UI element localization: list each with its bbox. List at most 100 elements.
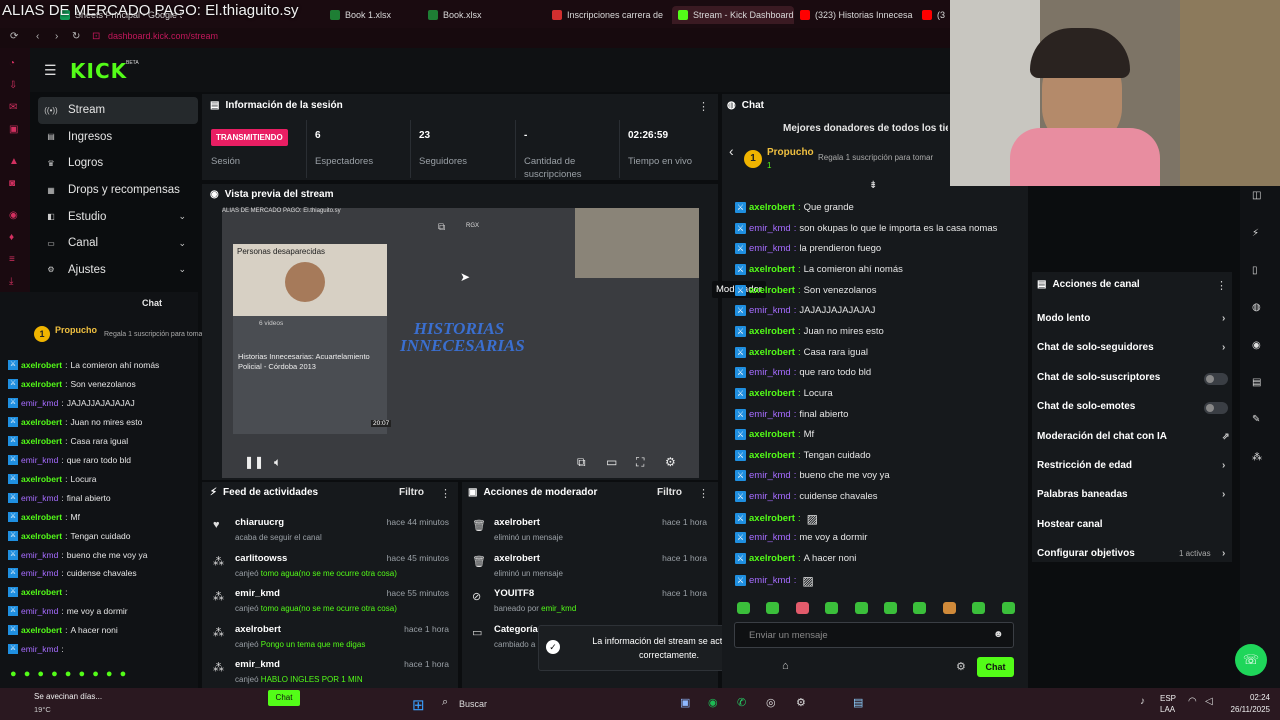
pin-icon[interactable]: ♦ — [9, 232, 14, 243]
chat-username[interactable]: axelrobert — [749, 326, 795, 337]
server-icon[interactable]: ▤ — [1252, 377, 1261, 388]
left-send-chat-button[interactable]: Chat — [268, 690, 300, 706]
sidebar-item-ajustes[interactable]: ⚙ Ajustes ⌄ — [30, 257, 198, 284]
sidebar-item-logros[interactable]: ♛ Logros — [30, 150, 198, 177]
emote-button-icon[interactable] — [1001, 602, 1015, 614]
scroll-down-icon[interactable]: ⇟ — [869, 180, 877, 191]
chevron-down-icon[interactable]: ⌄ — [178, 238, 186, 249]
channel-action-chat-de-solo-suscriptores[interactable]: Chat de solo-suscriptores — [1037, 372, 1160, 383]
feed-more-icon[interactable]: ⋮ — [440, 487, 451, 500]
browser-tab[interactable]: (3 — [922, 6, 945, 24]
chat-message[interactable]: ⚔ emir_kmd: bueno che me voy ya — [735, 470, 890, 482]
chat-settings-icon[interactable]: ⚙ — [956, 660, 966, 673]
notepad-icon[interactable]: ▤ — [853, 696, 863, 709]
chat-message[interactable]: ⚔ axelrobert: La comieron ahí nomás — [735, 263, 903, 275]
chat-username[interactable]: emir_kmd — [749, 575, 791, 586]
wrench-icon[interactable]: ✎ — [1252, 414, 1260, 425]
chat-username[interactable]: axelrobert — [749, 450, 795, 461]
chevron-right-icon[interactable]: › — [1222, 342, 1225, 353]
menu-icon[interactable]: ☰ — [44, 62, 57, 79]
feed-item[interactable]: ⁂ emir_kmd hace 55 minutos canjeó tomo agua… — [213, 588, 449, 613]
media-icon[interactable]: ▣ — [9, 124, 18, 135]
mod-filter-button[interactable]: Filtro — [657, 487, 682, 498]
pause-icon[interactable]: ❚❚ — [244, 455, 264, 469]
browser-tab[interactable]: Book.xlsx — [428, 6, 482, 24]
download-icon[interactable]: ⇩ — [9, 80, 17, 91]
copy-icon[interactable]: ⧉ — [438, 222, 445, 233]
back-icon[interactable]: ‹ — [36, 31, 39, 42]
emote-button-icon[interactable] — [884, 602, 897, 614]
weather-text[interactable]: Se avecinan días... — [34, 692, 102, 701]
chat-username[interactable]: axelrobert — [749, 429, 795, 440]
mic-icon[interactable]: ♪ — [1140, 696, 1145, 707]
feed-filter-button[interactable]: Filtro — [399, 487, 424, 498]
channel-action-moderaci-n-del-chat-con-ia[interactable]: Moderación del chat con IA ⇗ — [1037, 431, 1230, 442]
feed-item[interactable]: ⁂ axelrobert hace 1 hora canjeó Pongo un te… — [213, 624, 449, 649]
mod-item[interactable]: ⊘ YOUITF8 hace 1 hora baneado por emir_kmd — [472, 588, 707, 613]
chat-message[interactable]: ⚔ emir_kmd: que raro todo bld — [735, 367, 871, 379]
chat-username[interactable]: axelrobert — [749, 553, 795, 564]
stack-icon[interactable]: ≡ — [9, 254, 15, 265]
chat-username[interactable]: emir_kmd — [749, 470, 791, 481]
emote-button-icon[interactable] — [825, 602, 839, 614]
pip-icon[interactable]: ⧉ — [577, 455, 586, 470]
chat-message[interactable]: ⚔ axelrobert: Juan no mires esto — [735, 325, 884, 337]
chat-message[interactable]: ⚔ emir_kmd: JAJAJJAJAJAJAJ — [735, 305, 875, 317]
chat-username[interactable]: emir_kmd — [749, 491, 791, 502]
sidebar-item-estudio[interactable]: ◧ Estudio ⌄ — [30, 203, 198, 230]
chevron-right-icon[interactable]: › — [1222, 489, 1225, 500]
feed-item[interactable]: ⁂ emir_kmd hace 1 hora canjeó HABLO INGLES … — [213, 659, 449, 684]
history-icon[interactable]: ◔ — [9, 58, 15, 69]
kick-logo[interactable]: KICK — [70, 59, 127, 83]
lightning-icon[interactable]: ⚡︎ — [1252, 228, 1259, 239]
lang-primary[interactable]: ESP — [1160, 694, 1176, 703]
taskbar-app1-icon[interactable]: ▣ — [680, 696, 690, 709]
taskbar-search-text[interactable]: Buscar — [459, 699, 487, 709]
chat-message[interactable]: ⚔ axelrobert: Locura — [735, 387, 833, 399]
mod-more-icon[interactable]: ⋮ — [698, 487, 709, 500]
chat-username[interactable]: emir_kmd — [749, 243, 791, 254]
broadcast-icon[interactable]: ◉ — [1252, 340, 1261, 351]
browser-tab[interactable]: Stream - Kick Dashboard — [672, 6, 794, 24]
emote-button-icon[interactable] — [854, 602, 868, 614]
chat-username[interactable]: emir_kmd — [749, 223, 791, 234]
emote-button-icon[interactable] — [913, 602, 927, 614]
doc-icon[interactable]: ▯ — [1252, 265, 1258, 276]
session-more-icon[interactable]: ⋮ — [698, 100, 709, 113]
chat-message[interactable]: ⚔ emir_kmd: cuidense chavales — [735, 491, 878, 503]
url-text[interactable]: dashboard.kick.com/stream — [108, 31, 218, 41]
chevron-down-icon[interactable]: ⌄ — [178, 264, 186, 275]
browser-tab[interactable]: (323) Historias Innecesa — [800, 6, 913, 24]
toggle-switch[interactable] — [1204, 402, 1228, 415]
emote-button-icon[interactable] — [972, 602, 986, 614]
channel-action-configurar-objetivos[interactable]: Configurar objetivos › 1 activas — [1037, 548, 1225, 559]
clock-time[interactable]: 02:24 — [1230, 693, 1270, 702]
sidebar-item-canal[interactable]: ▭ Canal ⌄ — [30, 230, 198, 257]
chat-message[interactable]: ⚔ emir_kmd: me voy a dormir — [735, 532, 867, 544]
reload-icon[interactable]: ↻ — [72, 31, 80, 42]
chat-message[interactable]: ⚔ emir_kmd: final abierto — [735, 408, 848, 420]
wifi-icon[interactable]: ◠ — [1188, 696, 1197, 707]
whatsapp-icon[interactable]: ✆ — [737, 696, 746, 709]
chat-message[interactable]: ⚔ axelrobert: Tengan cuidado — [735, 449, 871, 461]
chat-username[interactable]: axelrobert — [749, 513, 795, 524]
kick-side-icon[interactable]: ▲ — [9, 156, 19, 167]
emote-button-icon[interactable] — [737, 602, 750, 614]
sidebar-item-stream[interactable]: ((•)) Stream — [38, 97, 198, 124]
chat-username[interactable]: axelrobert — [749, 347, 795, 358]
chat-message[interactable]: ⚔ emir_kmd: la prendieron fuego — [735, 243, 881, 255]
taskbar-obs-icon[interactable]: ◎ — [766, 696, 776, 709]
theater-icon[interactable]: ▭ — [606, 455, 617, 469]
chevron-right-icon[interactable]: › — [1222, 313, 1225, 324]
chat-username[interactable]: emir_kmd — [749, 409, 791, 420]
chat-message[interactable]: ⚔ emir_kmd: ▨ — [735, 574, 814, 588]
chat-username[interactable]: emir_kmd — [749, 367, 791, 378]
steam-icon[interactable]: ⚙ — [796, 696, 806, 709]
chat-message[interactable]: ⚔ axelrobert: Casa rara igual — [735, 346, 868, 358]
chevron-right-icon[interactable]: › — [1222, 460, 1225, 471]
channel-action-hostear-canal[interactable]: Hostear canal — [1037, 519, 1103, 530]
volume-icon[interactable]: 🔈︎ — [274, 455, 281, 470]
clock-date[interactable]: 26/11/2025 — [1220, 705, 1270, 714]
send-chat-button[interactable]: Chat — [977, 657, 1014, 677]
chat-message[interactable]: ⚔ axelrobert: Son venezolanos — [735, 284, 876, 296]
